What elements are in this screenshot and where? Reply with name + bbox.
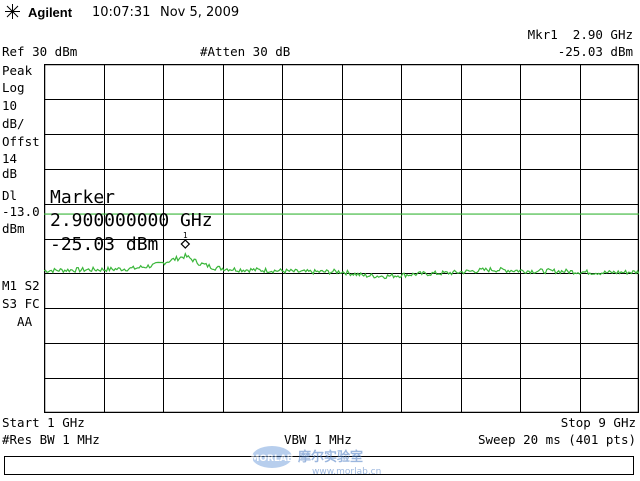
stop-frequency: Stop 9 GHz bbox=[560, 415, 636, 430]
resolution-bandwidth: #Res BW 1 MHz bbox=[2, 432, 100, 447]
marker-amplitude-readout: -25.03 dBm bbox=[557, 44, 633, 59]
scale-line: dB/ bbox=[2, 116, 25, 131]
start-frequency: Start 1 GHz bbox=[2, 415, 85, 430]
marker-overlay-amplitude: -25.03 dBm bbox=[50, 234, 159, 255]
display-line-label: Dl bbox=[2, 188, 18, 203]
display-line-unit: dBm bbox=[2, 221, 25, 236]
clock-time: 10:07:31 bbox=[92, 5, 151, 20]
spectrum-trace bbox=[44, 252, 639, 280]
marker-number-label: 1 bbox=[183, 231, 188, 240]
sweep-time: Sweep 20 ms (401 pts) bbox=[477, 432, 636, 447]
scale-line: Log bbox=[2, 80, 25, 95]
scale-line: Offst bbox=[2, 134, 40, 149]
watermark-logo-icon: MORLAB 摩尔实验室 www.morlab.cn bbox=[250, 446, 381, 477]
brand-name: Agilent bbox=[28, 5, 73, 20]
watermark-logo-text: MORLAB bbox=[250, 454, 293, 464]
mode-line: S3 FC bbox=[2, 296, 40, 311]
marker-frequency-readout: Mkr1 2.90 GHz bbox=[527, 27, 633, 42]
scale-line: dB bbox=[2, 166, 18, 181]
mode-line: AA bbox=[2, 314, 33, 329]
watermark-cn-text: 摩尔实验室 bbox=[298, 449, 363, 465]
scale-line: 14 bbox=[2, 151, 18, 166]
agilent-logo-icon bbox=[5, 4, 20, 19]
display-line-value: -13.0 bbox=[2, 204, 40, 219]
marker-overlay-frequency: 2.900000000 GHz bbox=[50, 210, 213, 231]
watermark-url: www.morlab.cn bbox=[312, 467, 381, 477]
reference-level: Ref 30 dBm bbox=[2, 44, 78, 59]
attenuation: #Atten 30 dB bbox=[200, 44, 291, 59]
morlab-watermark: MORLAB 摩尔实验室 www.morlab.cn bbox=[250, 443, 400, 477]
marker-overlay-title: Marker bbox=[50, 187, 116, 208]
mode-line: M1 S2 bbox=[2, 278, 40, 293]
marker-diamond-shape bbox=[180, 239, 191, 249]
scale-line: 10 bbox=[2, 98, 18, 113]
clock-date: Nov 5, 2009 bbox=[160, 5, 240, 20]
scale-line: Peak bbox=[2, 63, 33, 78]
